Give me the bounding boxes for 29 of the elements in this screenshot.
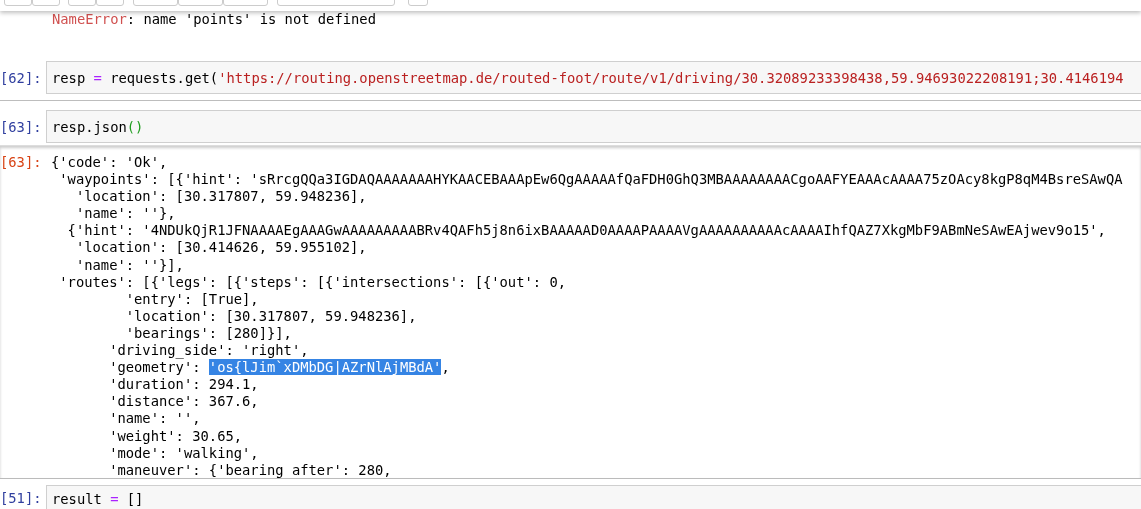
output-text: 'name': ''}, <box>74 205 176 222</box>
input-prompt: [51]: <box>0 489 43 507</box>
code-cell[interactable]: resp.json() <box>46 110 1141 143</box>
output-text: {'hint': '4NDUkQjR1JFNAAAAEgAAAGwAAAAAAAAABRv4QAFh5j8n6ixBAAAAAD0AAAAPAAAAVgAAAAAAAAAAcAAAAIhfQAZ7XkgMbF9ABmNeSAwEAjwev9o15', <box>66 222 1106 239</box>
output-text: 'duration': 294.1, <box>108 376 259 393</box>
input-prompt: [63]: <box>0 118 43 136</box>
code-cell[interactable]: resp = requests.get('https://routing.openstreetmap.de/routed-foot/route/v1/driving/30.32089233398438,59.94693022208191;30.4146194 <box>46 61 1141 94</box>
output-text: 'distance': 367.6, <box>108 393 259 410</box>
output-text: 'routes': [{'legs': [{'steps': [{'intersections': [{'out': 0, <box>58 273 566 290</box>
output-text: 'location': [30.317807, 59.948236], <box>124 307 417 324</box>
output-text: 'location': [30.414626, 59.955102], <box>74 239 367 256</box>
error-message: NameError: name 'points' is not defined <box>52 11 376 27</box>
input-prompt: [62]: <box>0 69 43 87</box>
code-cell[interactable]: result = [] <box>46 485 1141 509</box>
output-text: {'code': 'Ok', <box>51 154 168 170</box>
output-text: 'weight': 30.65, <box>108 427 243 444</box>
output-text: , <box>441 359 450 376</box>
output-text: 'entry': [True], <box>124 290 259 307</box>
output-text: 'name': ''}], <box>74 256 184 273</box>
output-text: 'bearings': [280]}], <box>124 324 292 341</box>
output-text: 'name': '', <box>108 410 201 427</box>
output-text: 'mode': 'walking', <box>108 444 259 461</box>
output-text: 'geometry': <box>108 359 202 376</box>
output-text: 'maneuver': {'bearing_after': 280, <box>108 461 392 478</box>
output-text: 'location': [30.317807, 59.948236], <box>74 188 367 205</box>
selected-text: 'os{lJim`xDMbDG|AZrNlAjMBdA' <box>208 359 442 376</box>
output-text: 'driving_side': 'right', <box>108 342 309 359</box>
output-prompt: [63]: <box>0 154 43 171</box>
output-text: 'waypoints': [{'hint': 'sRrcgQQa3IGDAQAAAAAAAHYKAACEBAAApEw6QgAAAAAfQaFDH0GhQ3MBAAAAAAAACgoAAFYEAAAcAAAA75zOAcy8kgP8qM4BsreSAwQA <box>58 171 1123 188</box>
